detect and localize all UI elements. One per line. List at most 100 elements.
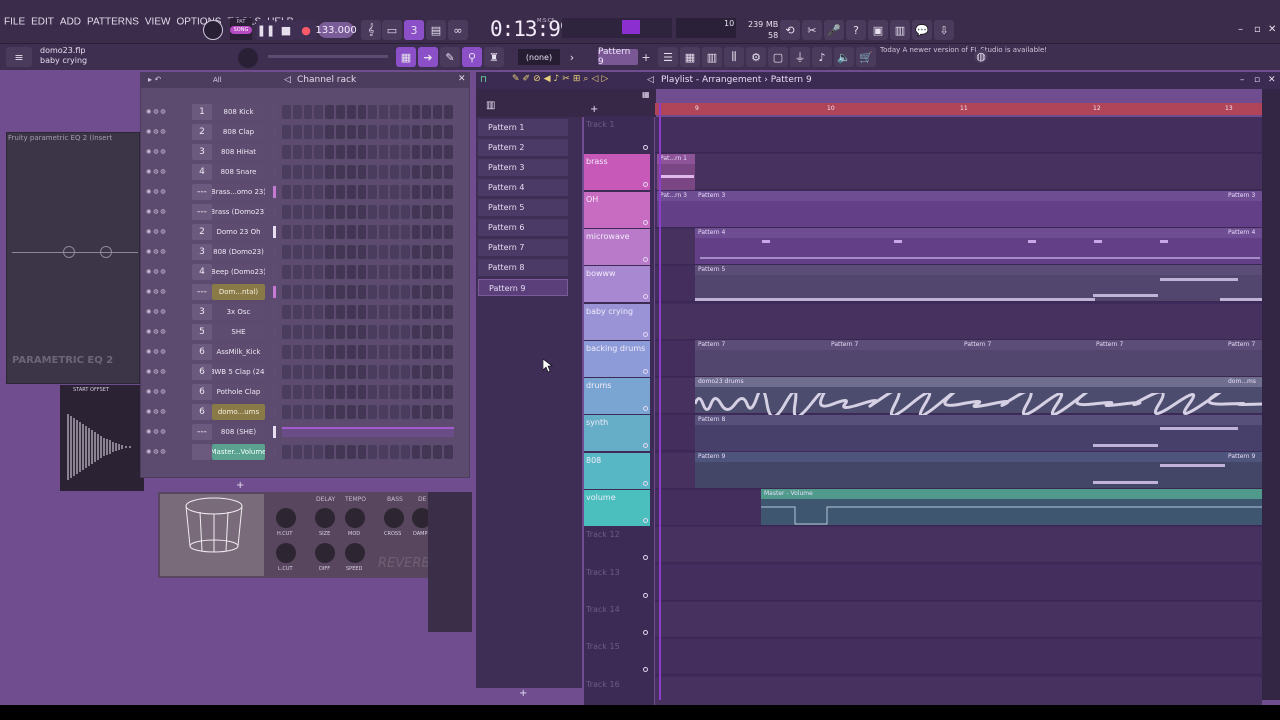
step-button[interactable] [389,325,399,339]
track-mute-led-icon[interactable] [643,368,648,374]
step-button[interactable] [357,305,367,319]
channel-mute-pan-knobs-icon[interactable]: ◉ ◍ ◍ [146,308,182,316]
channel-mixer-track[interactable]: --- [192,284,212,300]
step-sequencer[interactable] [282,125,454,139]
step-button[interactable] [335,285,345,299]
channel-mixer-track[interactable]: 2 [192,124,212,140]
wait-input-icon[interactable]: ▭ [382,20,402,40]
step-button[interactable] [422,125,432,139]
step-button[interactable] [389,285,399,299]
step-button[interactable] [303,245,313,259]
step-button[interactable] [422,385,432,399]
step-button[interactable] [357,405,367,419]
step-button[interactable] [443,145,453,159]
step-button[interactable] [357,165,367,179]
step-button[interactable] [346,385,356,399]
step-sequencer[interactable] [282,245,454,259]
step-button[interactable] [282,245,291,259]
channel-rack-close-icon[interactable]: ✕ [458,74,466,84]
maximize-icon[interactable]: ▫ [1254,24,1261,35]
step-button[interactable] [303,285,313,299]
step-button[interactable] [411,445,421,459]
playlist-icon[interactable]: ☰ [658,47,678,67]
track-mute-led-icon[interactable] [643,555,648,561]
step-button[interactable] [400,285,410,299]
channel-row[interactable]: ◉ ◍ ◍ Master...Volume [146,443,456,461]
step-button[interactable] [303,205,313,219]
step-button[interactable] [346,285,356,299]
step-button[interactable] [368,145,378,159]
step-button[interactable] [303,365,313,379]
snap-selector[interactable]: (none) [518,49,560,65]
step-button[interactable] [433,185,442,199]
step-button[interactable] [368,345,378,359]
step-button[interactable] [303,125,313,139]
step-button[interactable] [303,165,313,179]
step-button[interactable] [292,305,302,319]
step-button[interactable] [433,385,442,399]
step-button[interactable] [292,445,302,459]
step-button[interactable] [368,325,378,339]
channel-mute-pan-knobs-icon[interactable]: ◉ ◍ ◍ [146,368,182,376]
step-button[interactable] [443,325,453,339]
step-button[interactable] [422,185,432,199]
step-button[interactable] [346,445,356,459]
piano-keys-icon[interactable]: ▥ [486,100,495,111]
channel-name-button[interactable]: 808 HiHat [212,144,265,160]
clip-backing-3[interactable]: Pattern 7 [961,340,1093,376]
playhead[interactable] [659,103,661,700]
step-button[interactable] [433,165,442,179]
step-button[interactable] [411,305,421,319]
metronome-icon[interactable]: 𝄞 [361,20,381,40]
step-button[interactable] [292,345,302,359]
channel-rack-icon[interactable]: ▥ [702,47,722,67]
step-sequencer[interactable] [282,325,454,339]
browser-icon[interactable]: ▢ [768,47,788,67]
minimize-icon[interactable]: – [1238,24,1243,35]
step-button[interactable] [368,265,378,279]
channel-name-button[interactable]: 808 Snare [212,164,265,180]
track-mute-led-icon[interactable] [643,518,648,523]
step-button[interactable] [443,265,453,279]
microphone-icon[interactable]: 🎤 [824,20,844,40]
menu-file[interactable]: FILE [4,17,25,28]
step-button[interactable] [335,345,345,359]
step-button[interactable] [292,185,302,199]
step-button[interactable] [325,345,334,359]
step-button[interactable] [335,165,345,179]
track-mute-led-icon[interactable] [643,667,648,673]
step-button[interactable] [292,385,302,399]
pattern-item[interactable]: Pattern 8 [478,259,568,276]
step-button[interactable] [325,245,334,259]
channel-mixer-track[interactable]: 6 [192,364,212,380]
channel-mute-pan-knobs-icon[interactable]: ◉ ◍ ◍ [146,228,182,236]
step-button[interactable] [443,405,453,419]
track-lane[interactable] [655,154,1262,191]
step-button[interactable] [422,285,432,299]
reverb-knob-size[interactable] [315,508,335,528]
step-button[interactable] [379,285,388,299]
channel-name-button[interactable]: Beep (Domo23) [212,264,265,280]
step-button[interactable] [357,265,367,279]
stop-button[interactable]: ■ [276,20,296,40]
step-button[interactable] [433,405,442,419]
step-button[interactable] [443,245,453,259]
channel-select-led[interactable] [273,446,276,458]
pattern-item[interactable]: Pattern 4 [478,179,568,196]
step-button[interactable] [368,165,378,179]
menu-patterns[interactable]: PATTERNS [87,17,139,28]
mixer-view-icon[interactable]: ⫼ [724,47,744,67]
track-header[interactable]: brass [584,154,650,191]
pattern-toggle-icon[interactable]: ▦ [642,90,650,99]
step-button[interactable] [379,185,388,199]
step-button[interactable] [422,245,432,259]
add-pattern-icon[interactable]: + [640,47,652,67]
step-button[interactable] [433,345,442,359]
step-sequencer[interactable] [282,365,454,379]
link-icon[interactable]: ⚲ [462,47,482,67]
step-button[interactable] [357,345,367,359]
step-button[interactable] [314,125,324,139]
step-button[interactable] [325,285,334,299]
chat-icon[interactable]: 💬 [912,20,932,40]
step-button[interactable] [346,165,356,179]
